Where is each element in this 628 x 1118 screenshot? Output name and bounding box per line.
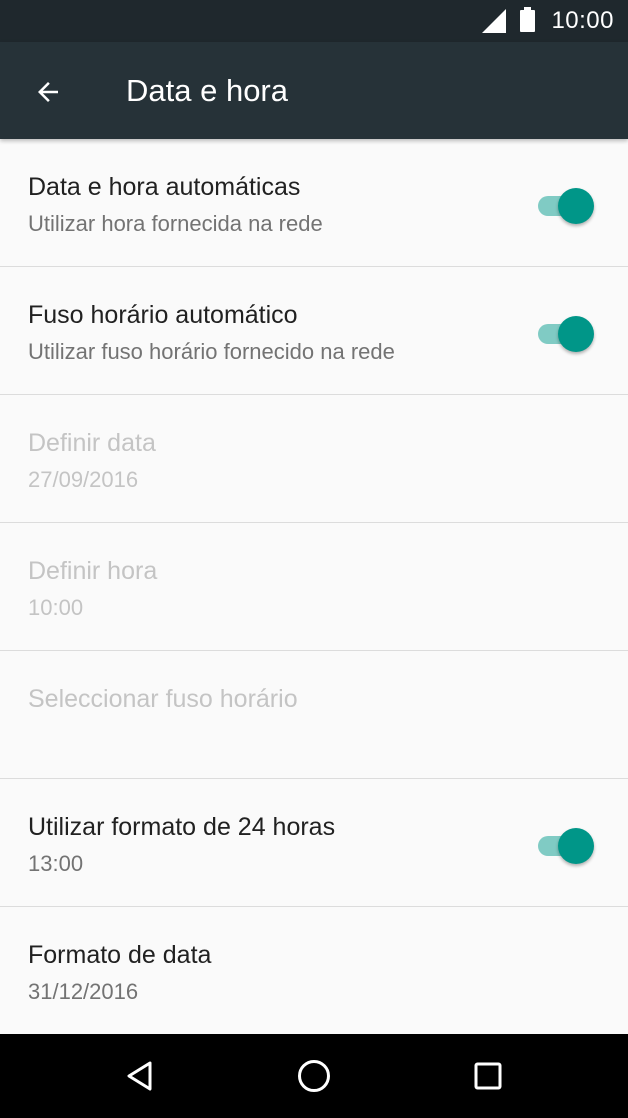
- settings-list: Data e hora automáticas Utilizar hora fo…: [0, 139, 628, 1035]
- setting-title: Utilizar formato de 24 horas: [28, 813, 336, 841]
- setting-title: Definir hora: [28, 557, 158, 585]
- nav-recents-button[interactable]: [464, 1052, 512, 1100]
- setting-summary: Utilizar fuso horário fornecido na rede: [28, 339, 395, 364]
- setting-summary: 13:00: [28, 851, 84, 876]
- status-clock: 10:00: [551, 7, 614, 34]
- switch-thumb: [558, 188, 594, 224]
- setting-summary: Utilizar hora fornecida na rede: [28, 211, 323, 236]
- signal-icon: [482, 9, 507, 33]
- setting-auto-date-time[interactable]: Data e hora automáticas Utilizar hora fo…: [0, 139, 628, 267]
- switch-thumb: [558, 316, 594, 352]
- setting-title: Fuso horário automático: [28, 301, 298, 329]
- setting-select-timezone: Seleccionar fuso horário: [0, 651, 628, 779]
- nav-home-button[interactable]: [290, 1052, 338, 1100]
- recents-square-icon: [474, 1062, 502, 1090]
- setting-set-time: Definir hora 10:00: [0, 523, 628, 651]
- setting-title: Data e hora automáticas: [28, 173, 301, 201]
- setting-title: Seleccionar fuso horário: [28, 685, 298, 713]
- setting-set-date: Definir data 27/09/2016: [0, 395, 628, 523]
- navigation-bar: [0, 1034, 628, 1118]
- setting-auto-timezone[interactable]: Fuso horário automático Utilizar fuso ho…: [0, 267, 628, 395]
- auto-date-time-toggle[interactable]: [536, 186, 594, 224]
- back-triangle-icon: [127, 1061, 152, 1091]
- setting-summary: 27/09/2016: [28, 467, 139, 492]
- status-icons: 10:00: [482, 0, 614, 42]
- setting-date-format[interactable]: Formato de data 31/12/2016: [0, 907, 628, 1035]
- arrow-back-icon: [38, 82, 58, 102]
- page-title: Data e hora: [126, 73, 288, 108]
- battery-icon: [520, 7, 536, 32]
- setting-summary: 31/12/2016: [28, 979, 139, 1004]
- setting-24-hour-format[interactable]: Utilizar formato de 24 horas 13:00: [0, 779, 628, 907]
- switch-thumb: [558, 828, 594, 864]
- setting-title: Formato de data: [28, 941, 212, 969]
- app-bar: Data e hora: [0, 42, 628, 139]
- auto-timezone-toggle[interactable]: [536, 314, 594, 352]
- nav-back-button[interactable]: [116, 1052, 164, 1100]
- home-circle-icon: [298, 1060, 330, 1092]
- status-bar: 10:00: [0, 0, 628, 42]
- setting-title: Definir data: [28, 429, 156, 457]
- 24-hour-format-toggle[interactable]: [536, 826, 594, 864]
- setting-summary: 10:00: [28, 595, 84, 620]
- back-button[interactable]: [22, 66, 74, 118]
